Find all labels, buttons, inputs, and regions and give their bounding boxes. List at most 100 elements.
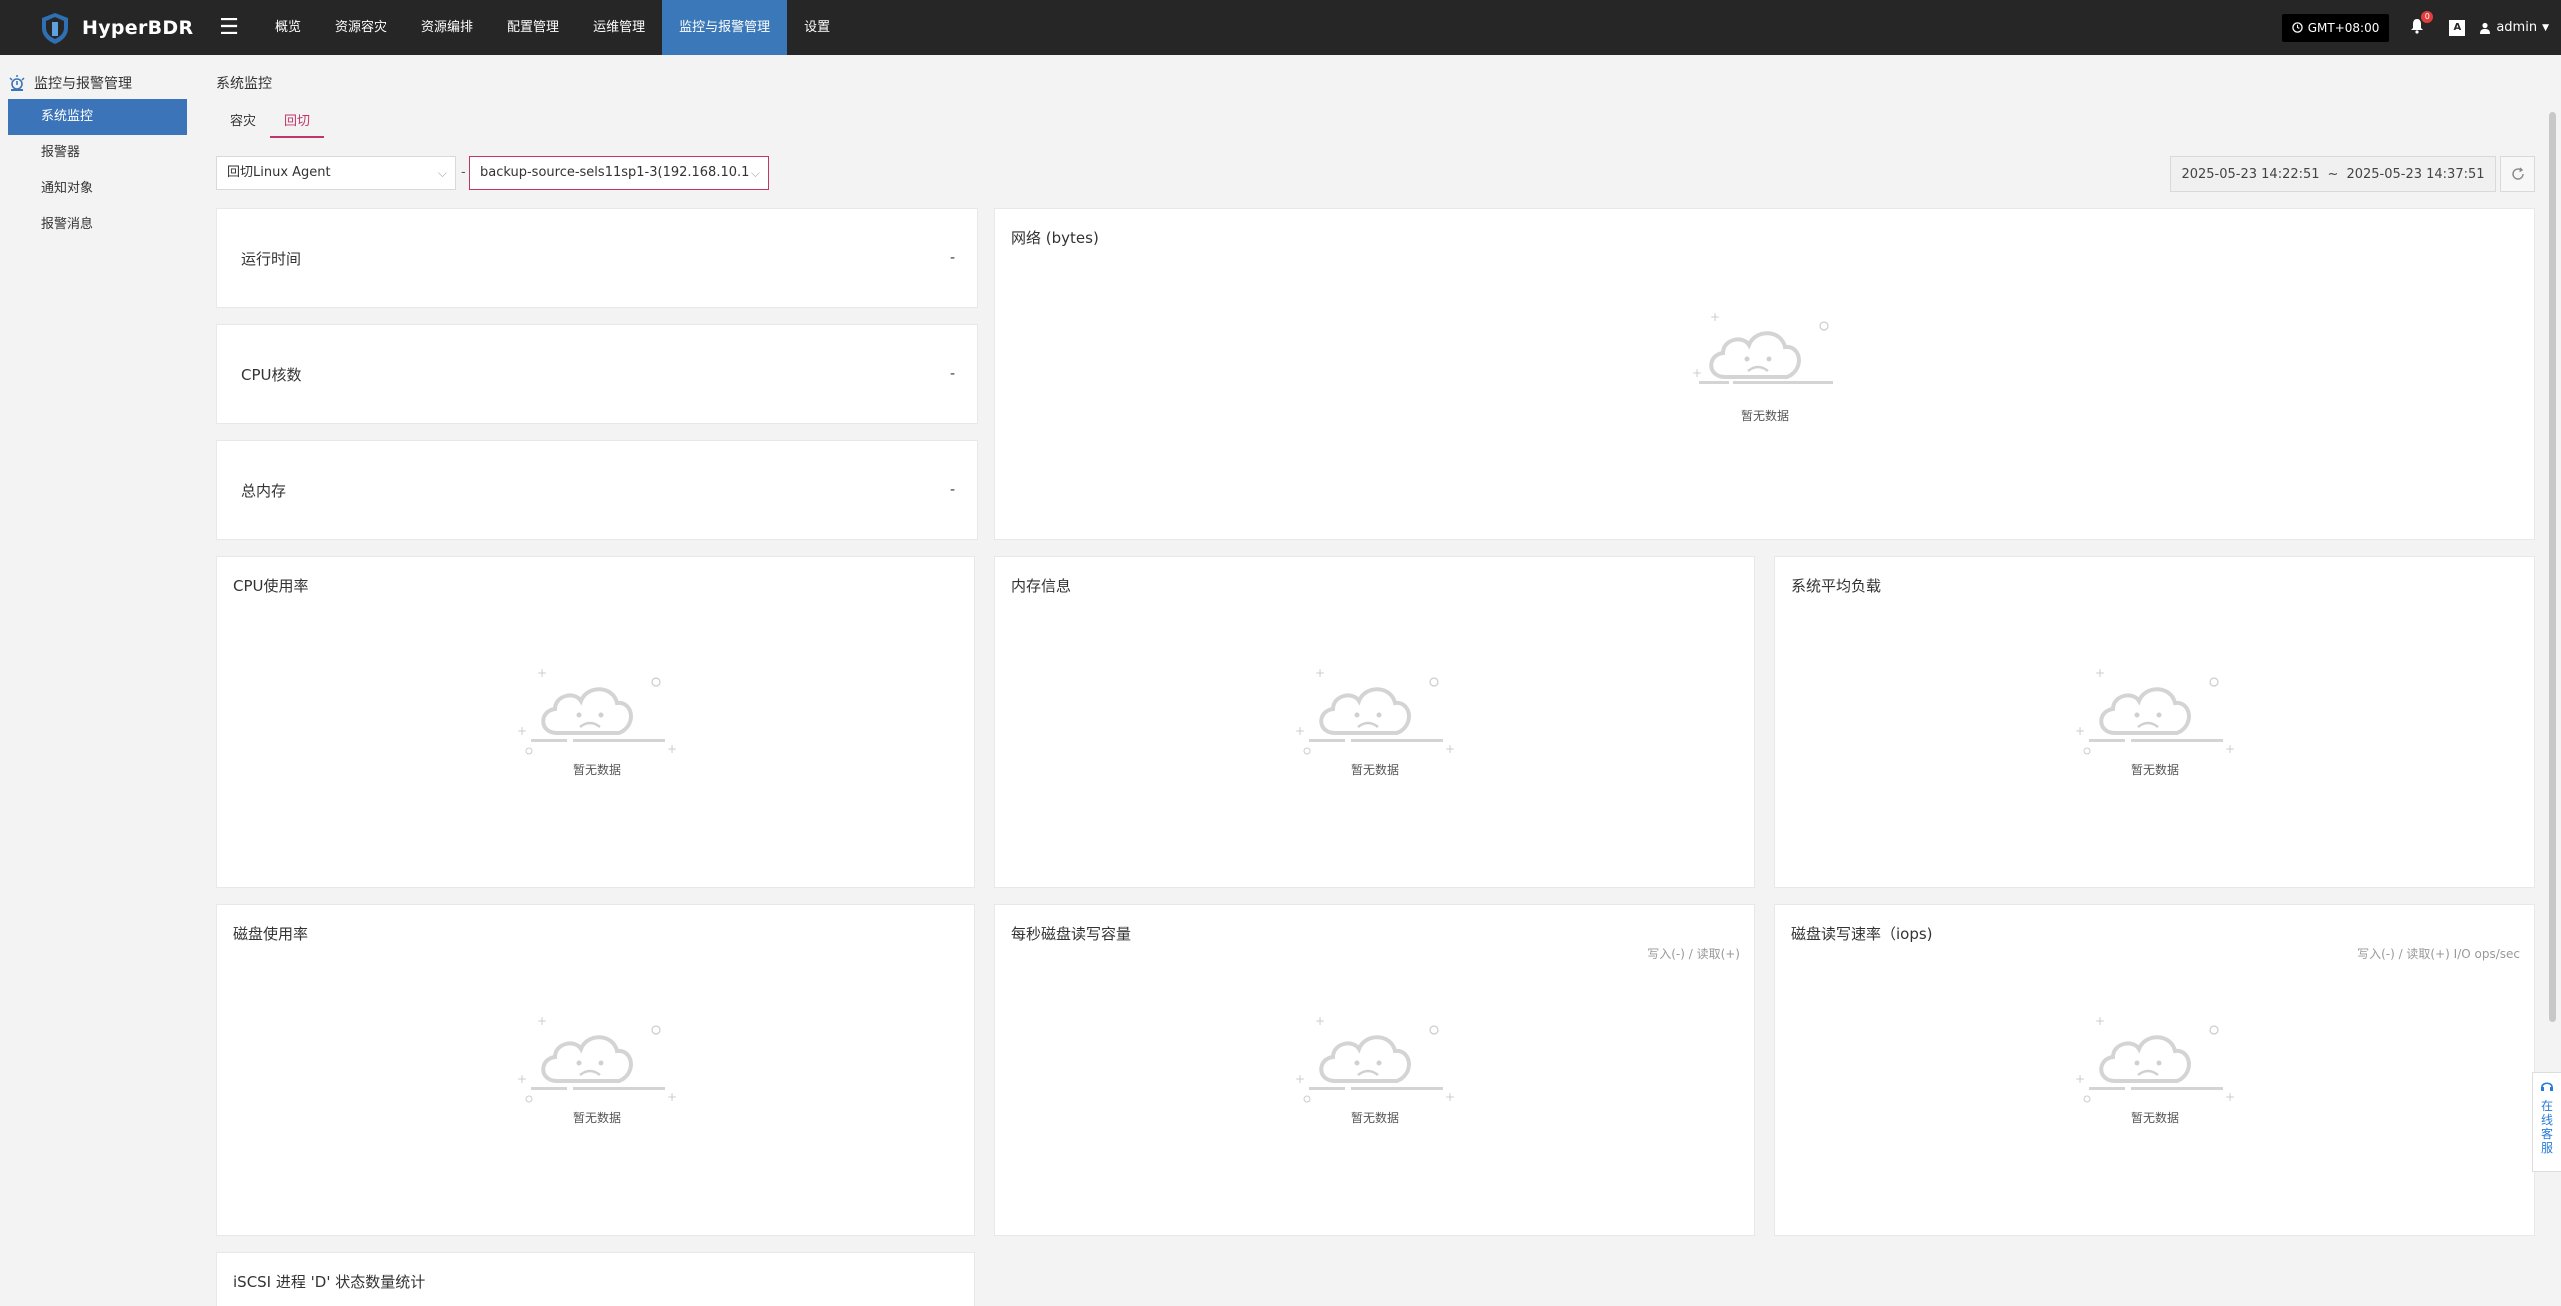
sad-cloud-icon: + + + xyxy=(517,666,677,756)
sidebar-item-system-monitor[interactable]: 系统监控 xyxy=(8,99,187,135)
support-char-2: 线 xyxy=(2540,1113,2553,1127)
svg-text:+: + xyxy=(1315,666,1325,680)
nav-resource-orchestration[interactable]: 资源编排 xyxy=(404,0,490,55)
panel-title: 网络 (bytes) xyxy=(1011,229,1099,247)
timezone-button[interactable]: GMT+08:00 xyxy=(2281,13,2390,42)
sidebar-section-title: 监控与报警管理 xyxy=(0,67,195,99)
svg-text:+: + xyxy=(1710,310,1720,324)
svg-text:+: + xyxy=(1315,1014,1325,1028)
empty-state: + + + 暂无数据 xyxy=(2075,1013,2235,1126)
headset-icon xyxy=(2541,1082,2553,1091)
nav-config-management[interactable]: 配置管理 xyxy=(490,0,576,55)
user-menu[interactable]: admin ▼ xyxy=(2479,20,2549,35)
empty-state: + + + 暂无数据 xyxy=(1295,1013,1455,1126)
svg-text:+: + xyxy=(517,724,527,738)
svg-text:+: + xyxy=(2095,666,2105,680)
cpu-usage-panel: CPU使用率 + + + 暂无数据 xyxy=(216,556,975,888)
tab-failback[interactable]: 回切 xyxy=(270,110,325,138)
panel-title: 内存信息 xyxy=(1011,577,1072,595)
svg-text:+: + xyxy=(2075,724,2085,738)
panel-title: 磁盘读写速率（iops) xyxy=(1791,925,1933,943)
date-separator: ~ xyxy=(2327,166,2339,182)
caret-down-icon: ▼ xyxy=(2542,22,2549,33)
tab-bar: 容灾 回切 xyxy=(216,110,325,138)
panel-title: iSCSI 进程 'D' 状态数量统计 xyxy=(233,1273,426,1291)
svg-text:+: + xyxy=(2225,742,2235,756)
total-memory-label: 总内存 xyxy=(241,481,287,500)
iscsi-panel: iSCSI 进程 'D' 状态数量统计 xyxy=(216,1252,975,1306)
memory-info-panel: 内存信息 + + + 暂无数据 xyxy=(994,556,1755,888)
panel-subtitle: 写入(-) / 读取(+) xyxy=(1647,947,1740,961)
support-char-1: 在 xyxy=(2540,1099,2553,1113)
support-char-4: 服 xyxy=(2540,1141,2553,1155)
language-icon[interactable]: A xyxy=(2449,19,2466,36)
agent-type-select[interactable]: 回切Linux Agent ⌵ xyxy=(216,156,456,190)
sidebar: 监控与报警管理 系统监控 报警器 通知对象 报警消息 xyxy=(0,55,195,1306)
refresh-button[interactable] xyxy=(2500,156,2535,192)
page-title: 系统监控 xyxy=(216,76,272,92)
svg-text:+: + xyxy=(2225,1090,2235,1104)
agent-type-value: 回切Linux Agent xyxy=(227,165,331,180)
total-memory-value: - xyxy=(949,482,955,498)
sad-cloud-icon: + + + xyxy=(2075,1014,2235,1104)
svg-text:+: + xyxy=(1295,1072,1305,1086)
empty-text: 暂无数据 xyxy=(1350,1111,1399,1125)
username: admin xyxy=(2496,20,2538,35)
nav-overview[interactable]: 概览 xyxy=(258,0,318,55)
svg-text:+: + xyxy=(1445,1090,1455,1104)
svg-text:+: + xyxy=(517,1072,527,1086)
uptime-card: 运行时间 - xyxy=(216,208,978,308)
chevron-down-icon: ⌵ xyxy=(750,166,760,180)
sidebar-title-label: 监控与报警管理 xyxy=(34,76,132,92)
chevron-down-icon: ⌵ xyxy=(437,166,447,180)
page-scrollbar[interactable] xyxy=(2549,112,2556,1022)
svg-text:+: + xyxy=(1445,742,1455,756)
sidebar-item-notify-targets[interactable]: 通知对象 xyxy=(8,171,187,207)
empty-text: 暂无数据 xyxy=(572,763,621,777)
filter-separator: - xyxy=(461,165,466,180)
nav-settings[interactable]: 设置 xyxy=(787,0,847,55)
host-select[interactable]: backup-source-sels11sp1-3(192.168.10.1 ⌵ xyxy=(469,156,769,190)
notifications-button[interactable]: 0 xyxy=(2409,10,2434,38)
notification-badge: 0 xyxy=(2421,10,2434,23)
empty-state: + + + 暂无数据 xyxy=(2075,665,2235,778)
sidebar-item-alert-messages[interactable]: 报警消息 xyxy=(8,207,187,243)
online-support-button[interactable]: 在 线 客 服 xyxy=(2532,1072,2561,1172)
disk-usage-panel: 磁盘使用率 + + + 暂无数据 xyxy=(216,904,975,1236)
panel-title: 每秒磁盘读写容量 xyxy=(1011,925,1132,943)
empty-state: + + + 暂无数据 xyxy=(517,665,677,778)
svg-text:+: + xyxy=(1692,366,1702,380)
svg-text:+: + xyxy=(2095,1014,2105,1028)
cpu-cores-label: CPU核数 xyxy=(241,365,302,384)
app-name: HyperBDR xyxy=(82,16,194,39)
cpu-cores-value: - xyxy=(949,366,955,382)
empty-text: 暂无数据 xyxy=(1740,409,1789,423)
shield-logo-icon xyxy=(42,12,68,44)
total-memory-card: 总内存 - xyxy=(216,440,978,540)
empty-text: 暂无数据 xyxy=(572,1111,621,1125)
empty-state: + + + 暂无数据 xyxy=(1295,665,1455,778)
panel-title: CPU使用率 xyxy=(233,577,309,595)
top-bar: HyperBDR ☰ 概览 资源容灾 资源编排 配置管理 运维管理 监控与报警管… xyxy=(0,0,2561,55)
svg-text:+: + xyxy=(537,666,547,680)
network-panel: 网络 (bytes) + + 暂无数据 xyxy=(994,208,2535,540)
refresh-icon xyxy=(2511,167,2524,180)
tab-disaster-recovery[interactable]: 容灾 xyxy=(216,110,270,138)
sidebar-item-alarms[interactable]: 报警器 xyxy=(8,135,187,171)
menu-toggle-icon[interactable]: ☰ xyxy=(200,0,258,55)
app-logo[interactable]: HyperBDR xyxy=(0,11,200,45)
date-to: 2025-05-23 14:37:51 xyxy=(2346,166,2485,182)
sad-cloud-icon: + + xyxy=(1692,310,1833,384)
date-range-picker[interactable]: 2025-05-23 14:22:51 ~ 2025-05-23 14:37:5… xyxy=(2170,156,2496,192)
nav-resource-dr[interactable]: 资源容灾 xyxy=(318,0,404,55)
nav-monitoring-alerts[interactable]: 监控与报警管理 xyxy=(662,0,788,55)
svg-text:+: + xyxy=(1295,724,1305,738)
user-icon xyxy=(2480,22,2491,34)
uptime-label: 运行时间 xyxy=(241,249,302,268)
timezone-label: GMT+08:00 xyxy=(2307,20,2380,35)
date-from: 2025-05-23 14:22:51 xyxy=(2181,166,2320,182)
empty-text: 暂无数据 xyxy=(2130,1111,2179,1125)
disk-iops-panel: 磁盘读写速率（iops) 写入(-) / 读取(+) I/O ops/sec +… xyxy=(1774,904,2535,1236)
panel-subtitle: 写入(-) / 读取(+) I/O ops/sec xyxy=(2357,947,2520,961)
nav-ops-management[interactable]: 运维管理 xyxy=(576,0,662,55)
